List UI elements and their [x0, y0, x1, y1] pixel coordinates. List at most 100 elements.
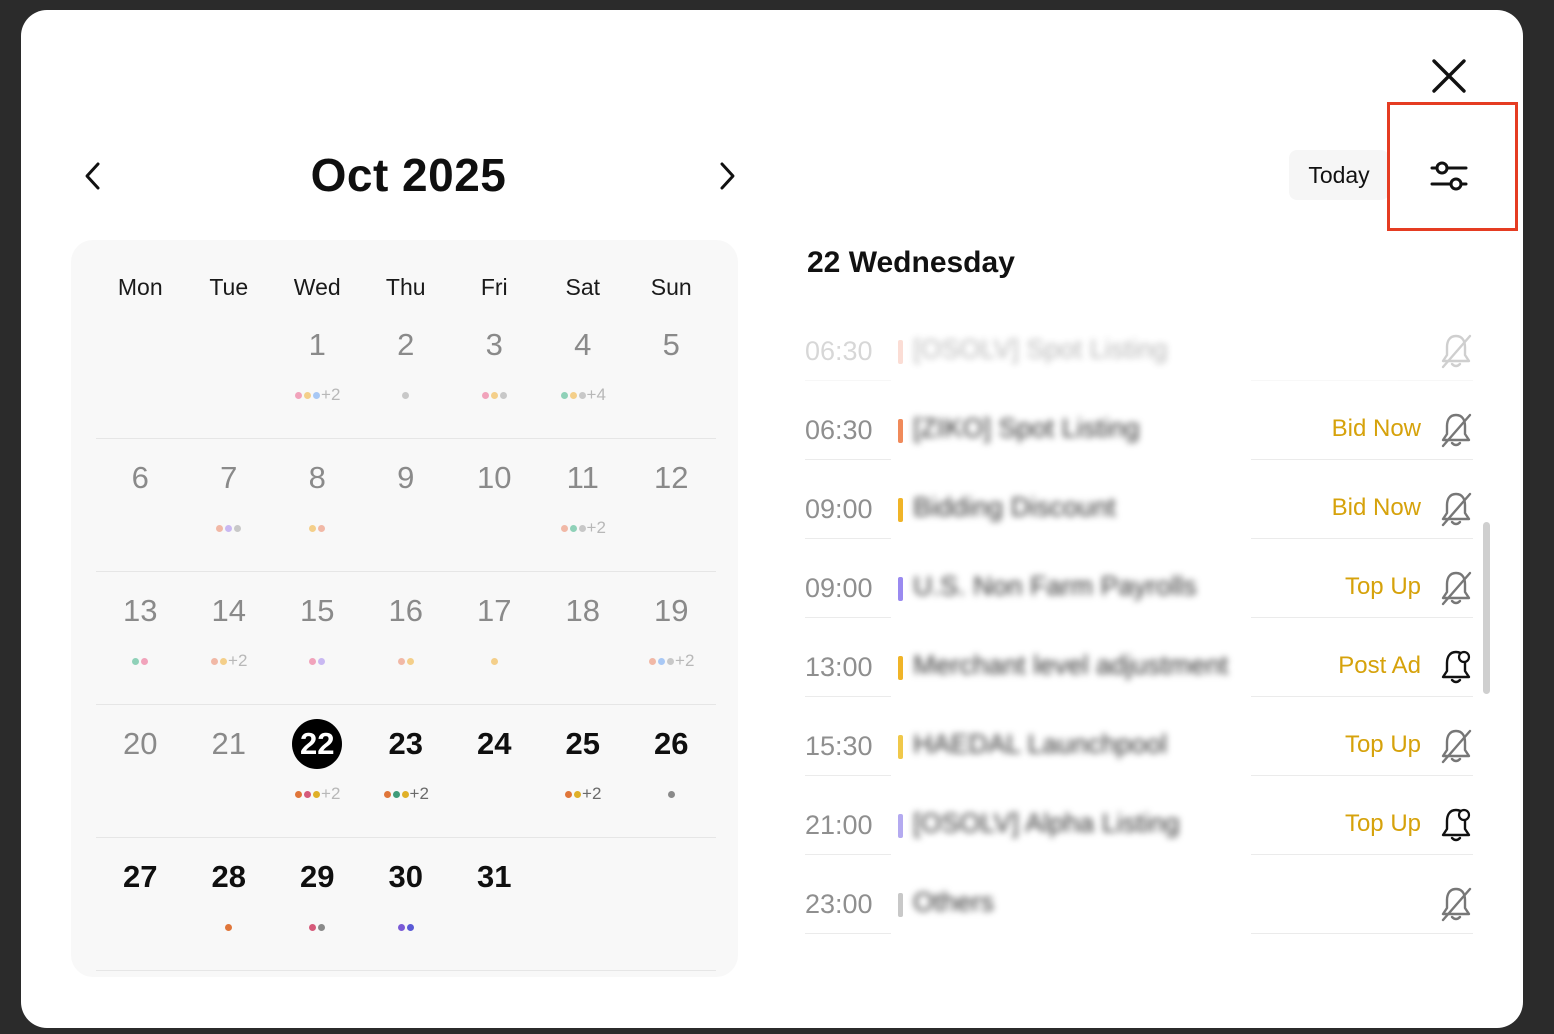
reminder-off-button[interactable] — [1439, 885, 1473, 923]
event-action-link[interactable]: Top Up — [1345, 573, 1421, 601]
day-number: 4 — [574, 327, 592, 362]
event-dot — [304, 392, 312, 400]
calendar-day-26[interactable]: 26 — [627, 705, 716, 837]
event-dots — [96, 783, 185, 805]
event-dots — [450, 916, 539, 938]
calendar-week-row: 27 28 29 30 31 — [96, 838, 716, 971]
calendar-day-3[interactable]: 3 — [450, 306, 539, 438]
event-time: 23:00 — [805, 889, 873, 919]
prev-month-button[interactable] — [79, 158, 109, 194]
event-dots — [450, 517, 539, 539]
more-events-count: +2 — [321, 784, 341, 803]
event-dot — [569, 392, 577, 400]
reminder-on-button[interactable] — [1439, 648, 1473, 686]
event-title: [OSOLV] Alpha Listing — [913, 808, 1180, 838]
calendar-day-19[interactable]: 19 +2 — [627, 572, 716, 704]
event-dots — [362, 384, 451, 406]
reminder-off-button[interactable] — [1439, 727, 1473, 765]
event-dot — [392, 791, 400, 799]
day-number: 19 — [654, 593, 689, 628]
reminder-off-button[interactable] — [1439, 332, 1473, 370]
highlight-box — [1387, 102, 1518, 231]
event-action-link[interactable]: Bid Now — [1332, 415, 1421, 443]
day-number: 23 — [388, 726, 423, 761]
event-dot — [574, 791, 582, 799]
calendar-day-1[interactable]: 1 +2 — [273, 306, 362, 438]
reminder-on-button[interactable] — [1439, 806, 1473, 844]
more-events-count: +2 — [409, 784, 429, 803]
day-number: 12 — [654, 460, 689, 495]
event-dot — [313, 392, 321, 400]
calendar-day-4[interactable]: 4 +4 — [539, 306, 628, 438]
calendar-day-24[interactable]: 24 — [450, 705, 539, 837]
calendar-day-18[interactable]: 18 — [539, 572, 628, 704]
event-dot — [667, 658, 675, 666]
calendar-day-10[interactable]: 10 — [450, 439, 539, 571]
event-dot — [406, 924, 414, 932]
calendar-day-22[interactable]: 22 +2 — [273, 705, 362, 837]
calendar-day-12[interactable]: 12 — [627, 439, 716, 571]
calendar-day-7[interactable]: 7 — [185, 439, 274, 571]
close-button[interactable] — [1429, 56, 1469, 96]
calendar-day-11[interactable]: 11 +2 — [539, 439, 628, 571]
calendar-week-row: 6 7 8 9 10 11 +2 12 — [96, 439, 716, 572]
event-action-link[interactable]: Bid Now — [1332, 494, 1421, 522]
event-row[interactable]: 15:30 HAEDAL Launchpool Top Up — [805, 719, 1473, 798]
reminder-off-button[interactable] — [1439, 490, 1473, 528]
reminder-off-button[interactable] — [1439, 411, 1473, 449]
calendar-day-6[interactable]: 6 — [96, 439, 185, 571]
month-title: Oct 2025 — [310, 149, 507, 201]
event-row[interactable]: 09:00 Bidding Discount Bid Now — [805, 482, 1473, 561]
row-divider — [805, 459, 891, 460]
calendar-day-5[interactable]: 5 — [627, 306, 716, 438]
row-divider — [805, 380, 891, 381]
event-action-link[interactable]: Top Up — [1345, 731, 1421, 759]
event-row[interactable]: 13:00 Merchant level adjustment Post Ad — [805, 640, 1473, 719]
calendar-day-16[interactable]: 16 — [362, 572, 451, 704]
day-number: 21 — [211, 726, 246, 761]
calendar-day-9[interactable]: 9 — [362, 439, 451, 571]
calendar-day-30[interactable]: 30 — [362, 838, 451, 970]
calendar-day-8[interactable]: 8 — [273, 439, 362, 571]
weekday-label: Sun — [650, 274, 692, 300]
calendar-day-29[interactable]: 29 — [273, 838, 362, 970]
calendar-day-2[interactable]: 2 — [362, 306, 451, 438]
event-dot — [560, 392, 568, 400]
calendar-day-15[interactable]: 15 — [273, 572, 362, 704]
event-action-link[interactable]: Post Ad — [1338, 652, 1421, 680]
row-divider — [1251, 775, 1473, 776]
weekday-label: Tue — [209, 274, 249, 300]
event-dots — [362, 517, 451, 539]
today-button[interactable]: Today — [1289, 150, 1389, 200]
event-title: U.S. Non Farm Payrolls — [913, 571, 1197, 601]
event-dot — [309, 924, 317, 932]
reminder-off-button[interactable] — [1439, 569, 1473, 607]
calendar-day-28[interactable]: 28 — [185, 838, 274, 970]
event-row[interactable]: 06:30 [OSOLV] Spot Listing — [805, 324, 1473, 403]
event-row[interactable]: 23:00 Others — [805, 877, 1473, 956]
row-divider — [805, 617, 891, 618]
event-action-link[interactable]: Top Up — [1345, 810, 1421, 838]
calendar-day-13[interactable]: 13 — [96, 572, 185, 704]
bell-off-icon — [1441, 887, 1472, 922]
day-number: 7 — [220, 460, 238, 495]
calendar-day-20[interactable]: 20 — [96, 705, 185, 837]
event-dots — [450, 783, 539, 805]
calendar-day-27[interactable]: 27 — [96, 838, 185, 970]
event-row[interactable]: 09:00 U.S. Non Farm Payrolls Top Up — [805, 561, 1473, 640]
event-row[interactable]: 06:30 [ZIKO] Spot Listing Bid Now — [805, 403, 1473, 482]
calendar-day-23[interactable]: 23 +2 — [362, 705, 451, 837]
next-month-button[interactable] — [711, 158, 741, 194]
calendar-day-17[interactable]: 17 — [450, 572, 539, 704]
day-number: 2 — [397, 327, 415, 362]
scrollbar[interactable] — [1483, 522, 1490, 694]
calendar-day-21[interactable]: 21 — [185, 705, 274, 837]
event-time: 13:00 — [805, 652, 873, 682]
event-dots — [627, 384, 716, 406]
calendar-day-31[interactable]: 31 — [450, 838, 539, 970]
event-dot — [406, 658, 414, 666]
day-number: 11 — [566, 460, 599, 495]
event-row[interactable]: 21:00 [OSOLV] Alpha Listing Top Up — [805, 798, 1473, 877]
calendar-day-25[interactable]: 25 +2 — [539, 705, 628, 837]
calendar-day-14[interactable]: 14 +2 — [185, 572, 274, 704]
